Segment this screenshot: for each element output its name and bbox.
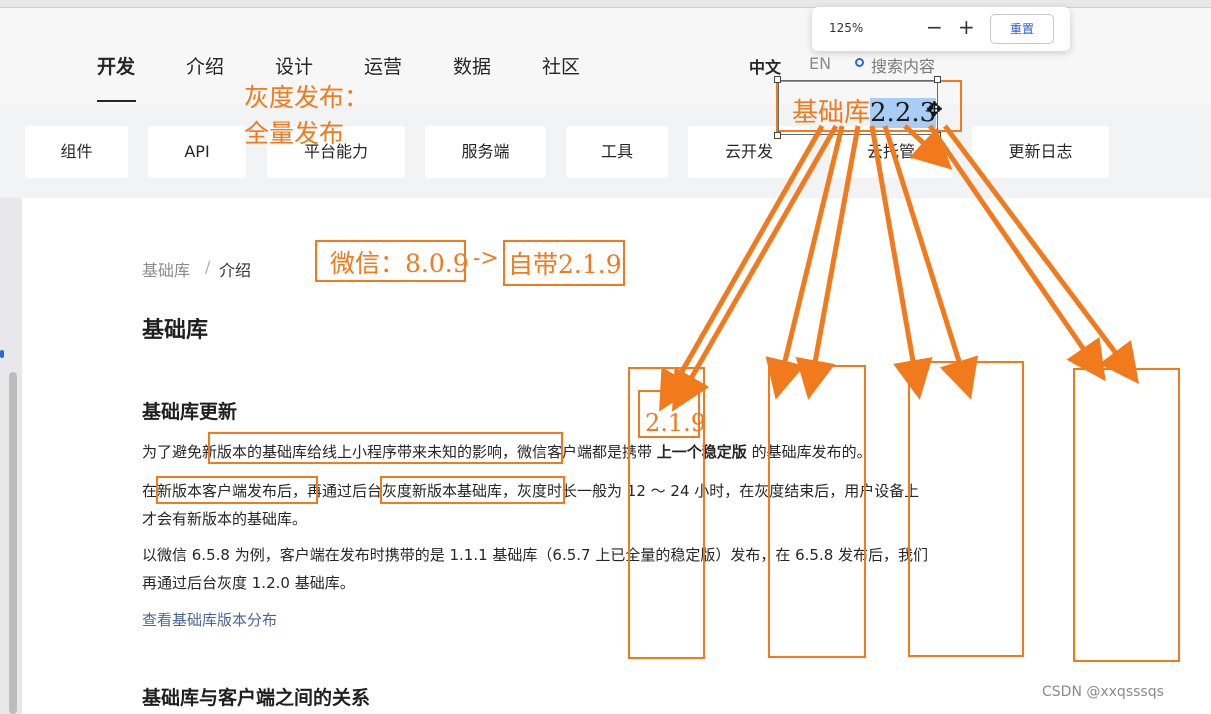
annotation-arrows [659, 124, 1140, 412]
annotation-arrow-line [659, 124, 825, 412]
annotation-arrow-line [903, 124, 953, 170]
annotation-arrow-line [927, 124, 1106, 382]
annotation-arrow-line [672, 124, 839, 412]
annotation-arrow-line [943, 124, 1140, 384]
arrow-lines [659, 124, 1140, 412]
